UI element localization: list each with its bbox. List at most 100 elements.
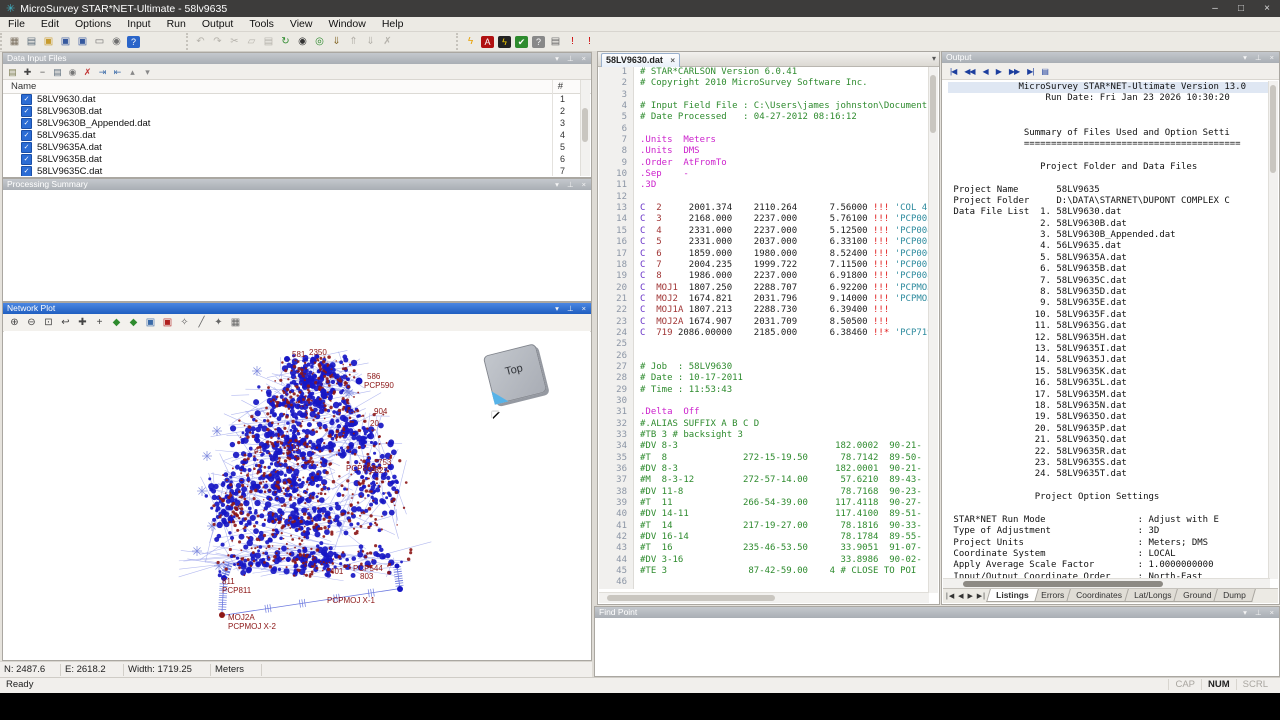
zoom-in-icon[interactable]: ⊕ [7,316,22,330]
check-data-icon[interactable]: ✔ [515,36,528,48]
panel-buttons[interactable]: ▾ ⊥ × [555,303,589,314]
tab-scroll-buttons[interactable]: |◀ ◀ ▶ ▶| [943,589,988,600]
delete-view-icon[interactable]: ▣ [160,316,175,330]
run-batch-icon[interactable]: ϟ [498,36,511,48]
menu-help[interactable]: Help [374,17,412,31]
files-scrollbar[interactable] [580,80,590,176]
file-checkbox[interactable]: ✓ [21,94,32,105]
warning-traverse-icon[interactable]: ! [582,35,597,49]
first-page-icon[interactable]: |◀ [950,67,956,76]
file-row[interactable]: ✓58LV9630B.dat2 [3,105,579,117]
output-tab-dump[interactable]: Dump [1213,589,1255,602]
print-preview-icon[interactable]: ◉ [109,35,124,49]
copy-up-icon[interactable]: ⇑ [346,35,361,49]
open-project-icon[interactable]: ▣ [41,35,56,49]
editor-vscrollbar[interactable] [928,67,938,593]
tab-close-icon[interactable]: × [670,56,675,65]
prev-page-icon[interactable]: ◀ [983,67,988,76]
view-errors-icon[interactable]: ▤ [548,35,563,49]
file-checkbox[interactable]: ✓ [21,130,32,141]
help-icon[interactable]: ? [127,36,140,48]
find-next-icon[interactable]: ◎ [312,35,327,49]
editor-hscrollbar-thumb[interactable] [607,595,775,601]
line-tool-icon[interactable]: ╱ [194,316,209,330]
file-checkbox[interactable]: ✓ [21,154,32,165]
insert-file-icon[interactable]: ✚ [21,66,34,78]
move-up-icon[interactable]: ▴ [126,66,139,78]
delete-file-icon[interactable]: ✗ [81,66,94,78]
add-files-icon[interactable]: ▤ [6,66,19,78]
center-point-icon[interactable]: + [92,316,107,330]
cut-icon[interactable]: ✂ [227,35,242,49]
editor-hscrollbar[interactable] [599,592,929,603]
new-file-icon[interactable]: ▤ [24,35,39,49]
menu-window[interactable]: Window [320,17,373,31]
output-hscrollbar-thumb[interactable] [963,581,1163,587]
files-scrollbar-thumb[interactable] [582,108,588,142]
menu-output[interactable]: Output [194,17,242,31]
move-down-icon[interactable]: ▾ [141,66,154,78]
plot-settings-icon[interactable]: ✦ [211,316,226,330]
file-row[interactable]: ✓58LV9630.dat1 [3,93,579,105]
view-file-icon[interactable]: ◉ [66,66,79,78]
maximize-button[interactable]: □ [1228,0,1254,17]
export-file-icon[interactable]: ⇤ [111,66,124,78]
next-section-icon[interactable]: ▶▶ [1009,67,1019,76]
save-view-icon[interactable]: ▣ [143,316,158,330]
prev-section-icon[interactable]: ◀◀ [964,67,974,76]
panel-buttons[interactable]: ▾ ⊥ × [555,179,589,190]
panel-buttons[interactable]: ▾ ⊥ × [1243,607,1277,618]
plot-canvas[interactable]: 5812350586PCP59090420412197532827PCP8034… [4,331,590,659]
pan-icon[interactable]: ✚ [75,316,90,330]
next-page-icon[interactable]: ▶ [996,67,1001,76]
zoom-previous-icon[interactable]: ↩ [58,316,73,330]
output-vscrollbar[interactable] [1268,81,1278,579]
column-header-number[interactable]: # [558,81,563,92]
import-icon[interactable]: ⇓ [329,35,344,49]
editor-content[interactable]: 1# STAR*CARLSON Version 6.0.412# Copyrig… [599,67,929,593]
file-row[interactable]: ✓58LV9635B.dat6 [3,153,579,165]
minimize-button[interactable]: – [1202,0,1228,17]
undo-icon[interactable]: ↶ [193,35,208,49]
redo-icon[interactable]: ↷ [210,35,225,49]
save-icon[interactable]: ▣ [58,35,73,49]
copy-down-icon[interactable]: ⇓ [363,35,378,49]
import-file-icon[interactable]: ⇥ [96,66,109,78]
workspace-icon[interactable]: ▦ [7,35,22,49]
file-row[interactable]: ✓58LV9635C.dat7 [3,165,579,176]
file-row[interactable]: ✓58LV9635.dat4 [3,129,579,141]
refresh-icon[interactable]: ↻ [278,35,293,49]
output-tab-latlongs[interactable]: Lat/Longs [1124,589,1181,602]
close-button[interactable]: × [1254,0,1280,17]
output-listing[interactable]: MicroSurvey STAR*NET-Ultimate Version 13… [948,82,1270,579]
file-row[interactable]: ✓58LV9630B_Appended.dat3 [3,117,579,129]
zoom-window-icon[interactable]: ⊡ [41,316,56,330]
file-checkbox[interactable]: ✓ [21,106,32,117]
zoom-out-icon[interactable]: ⊖ [24,316,39,330]
file-checkbox[interactable]: ✓ [21,118,32,129]
menu-edit[interactable]: Edit [33,17,67,31]
last-page-icon[interactable]: ▶| [1027,67,1033,76]
file-row[interactable]: ✓58LV9635A.dat5 [3,141,579,153]
editor-tab[interactable]: 58LV9630.dat × [601,53,680,67]
file-checkbox[interactable]: ✓ [21,166,32,177]
point-labels-icon[interactable]: ✧ [177,316,192,330]
delete-icon[interactable]: ✗ [380,35,395,49]
page-setup-icon[interactable]: ▤ [1041,67,1048,76]
menu-run[interactable]: Run [159,17,194,31]
panel-buttons[interactable]: ▾ ⊥ × [1243,52,1277,63]
run-adjustment-icon[interactable]: ϟ [463,35,478,49]
print-icon[interactable]: ▭ [92,35,107,49]
panel-buttons[interactable]: ▾ ⊥ × [555,53,589,64]
warning-points-icon[interactable]: ! [565,35,580,49]
output-vscrollbar-thumb[interactable] [1270,85,1276,173]
menu-input[interactable]: Input [119,17,158,31]
output-tab-coordinates[interactable]: Coordinates [1066,589,1132,602]
remove-file-icon[interactable]: − [36,66,49,78]
view-3d-icon[interactable]: ▦ [228,316,243,330]
menu-options[interactable]: Options [67,17,119,31]
view-listing-icon[interactable]: ? [532,36,545,48]
zoom-extents-icon[interactable]: ◆ [109,316,124,330]
column-header-name[interactable]: Name [11,81,36,92]
errors-log-icon[interactable]: A [481,36,494,48]
